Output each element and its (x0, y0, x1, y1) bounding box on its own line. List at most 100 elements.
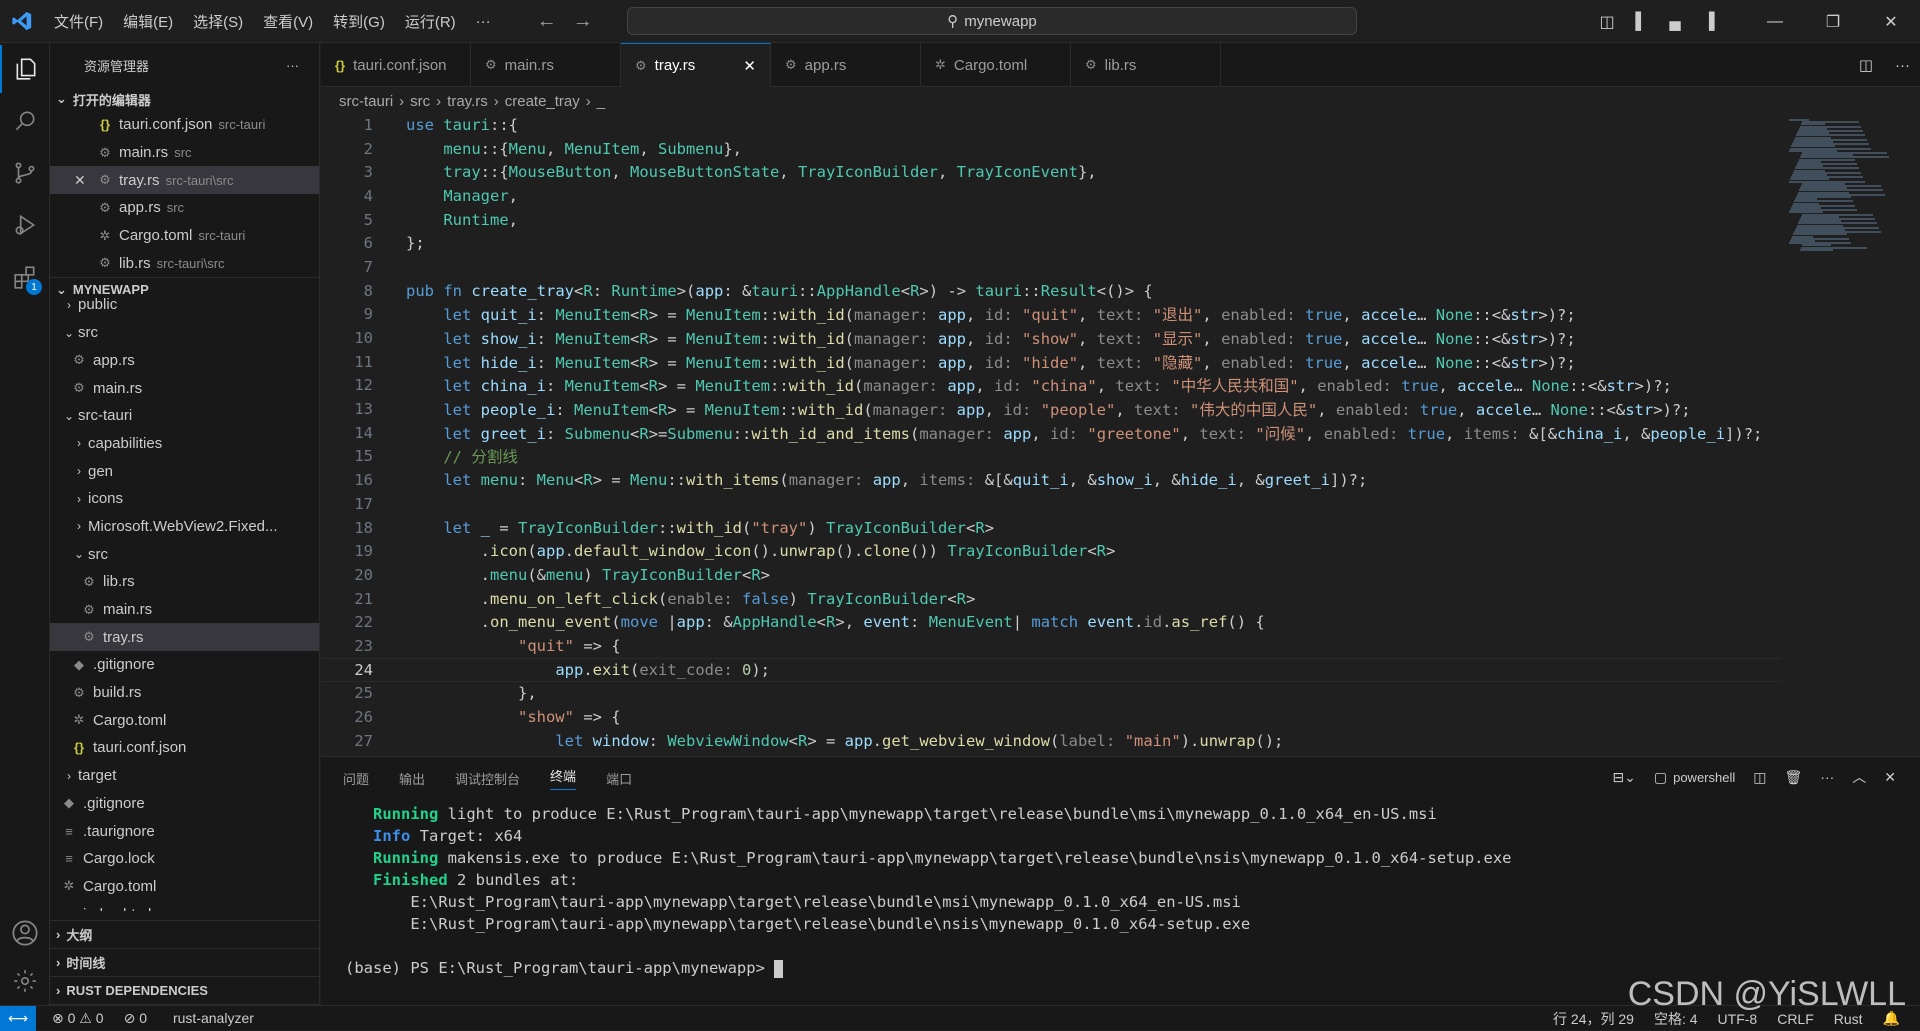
folder-item[interactable]: › public (50, 291, 319, 319)
file-item[interactable]: ✲ Cargo.toml (50, 706, 319, 734)
menu-item[interactable]: ··· (466, 13, 501, 30)
rust-analyzer-status[interactable]: rust-analyzer (173, 1010, 254, 1026)
file-item[interactable]: ✲ Cargo.toml (50, 873, 319, 901)
close-window-button[interactable]: ✕ (1862, 12, 1920, 32)
tree-item-label: Cargo.toml (83, 877, 157, 895)
toggle-secondary-sidebar-icon[interactable]: ▐ (1692, 13, 1726, 31)
code-line: 14 let greet_i: Submenu<R>=Submenu::with… (321, 421, 1781, 445)
file-item[interactable]: ⚙ main.rs (50, 374, 319, 402)
folder-item[interactable]: › capabilities (50, 430, 319, 458)
file-item[interactable]: ◆ .gitignore (50, 790, 319, 818)
problems-status[interactable]: ⊗ 0 ⚠ 0 (52, 1010, 104, 1027)
sidebar-section[interactable]: › 时间线 (50, 949, 319, 977)
file-item[interactable]: ⚙ lib.rs (50, 568, 319, 596)
run-debug-icon[interactable] (0, 201, 50, 249)
editor-tab[interactable]: {} tauri.conf.json (321, 43, 471, 87)
editor-tab[interactable]: ✲ Cargo.toml (921, 43, 1071, 87)
open-editor-item[interactable]: ⚙ lib.rs src-tauri\src (50, 249, 319, 277)
file-item[interactable]: ◆ .gitignore (50, 651, 319, 679)
folder-item[interactable]: › target (50, 762, 319, 790)
layout-customize-icon[interactable]: ◫ (1590, 12, 1624, 32)
close-icon[interactable]: ✕ (74, 172, 96, 189)
breadcrumb-item[interactable]: src (410, 93, 430, 110)
breadcrumb-item[interactable]: create_tray (505, 93, 580, 110)
code-text: menu::{Menu, MenuItem, Submenu}, (443, 139, 742, 158)
split-terminal-icon[interactable]: ◫ (1753, 769, 1766, 786)
breadcrumb-item[interactable]: src-tauri (339, 93, 393, 110)
more-actions-icon[interactable]: ··· (1895, 57, 1910, 74)
remote-indicator-icon[interactable]: ⟷ (0, 1005, 36, 1031)
folder-item[interactable]: › icons (50, 485, 319, 513)
more-actions-icon[interactable]: ··· (1820, 769, 1834, 785)
explorer-icon[interactable] (0, 45, 50, 93)
open-editor-item[interactable]: ⚙ app.rs src (50, 194, 319, 222)
search-sidebar-icon[interactable] (0, 97, 50, 145)
breadcrumb-item[interactable]: _ (597, 93, 605, 110)
ports-status[interactable]: ⊘ 0 (124, 1010, 147, 1027)
editor-tab[interactable]: ⚙ app.rs (771, 43, 921, 87)
vscode-logo-icon[interactable] (0, 0, 44, 43)
breadcrumb-item[interactable]: tray.rs (447, 93, 488, 110)
minimap[interactable] (1781, 113, 1906, 753)
file-item[interactable]: ≡ .taurignore (50, 817, 319, 845)
editor-tab[interactable]: ⚙ tray.rs ✕ (621, 43, 771, 87)
code-text: pub fn create_tray<R: Runtime>(app: &tau… (406, 281, 1153, 300)
more-actions-icon[interactable]: ··· (286, 58, 299, 73)
file-item[interactable]: ⚙ app.rs (50, 347, 319, 375)
folder-item[interactable]: ⌄ src (50, 540, 319, 568)
folder-item[interactable]: ⌄ src-tauri (50, 402, 319, 430)
toggle-sidebar-icon[interactable]: ▌ (1624, 13, 1658, 31)
file-item[interactable]: ⚙ main.rs (50, 596, 319, 624)
new-terminal-split-icon[interactable]: ⊟⌄ (1612, 769, 1635, 786)
editor-tab[interactable]: ⚙ lib.rs (1071, 43, 1221, 87)
forward-arrow-icon[interactable]: → (573, 10, 593, 33)
folder-item[interactable]: ⌄ src (50, 319, 319, 347)
line-number: 8 (363, 281, 373, 300)
open-editor-item[interactable]: ✕ ⚙ tray.rs src-tauri\src (50, 166, 319, 195)
menu-item[interactable]: 文件(F) (44, 11, 113, 32)
file-item[interactable]: {} tauri.conf.json (50, 734, 319, 762)
file-item[interactable]: ⚙ build.rs (50, 679, 319, 707)
open-editors-section[interactable]: ⌄ 打开的编辑器 (50, 87, 319, 111)
open-editor-item[interactable]: ⚙ main.rs src (50, 139, 319, 167)
minimize-button[interactable]: — (1746, 13, 1804, 31)
menu-item[interactable]: 运行(R) (395, 11, 466, 32)
open-editor-item[interactable]: {} tauri.conf.json src-tauri (50, 111, 319, 139)
toggle-panel-icon[interactable]: ▄ (1658, 13, 1692, 31)
folder-item[interactable]: › Microsoft.WebView2.Fixed... (50, 513, 319, 541)
split-editor-icon[interactable]: ◫ (1859, 56, 1873, 74)
menu-item[interactable]: 转到(G) (323, 11, 395, 32)
maximize-panel-icon[interactable]: ︿ (1852, 767, 1866, 787)
sidebar-section[interactable]: › RUST DEPENDENCIES (50, 977, 319, 1005)
command-center-search[interactable]: ⚲ mynewapp (627, 7, 1357, 35)
back-arrow-icon[interactable]: ← (537, 10, 557, 33)
restore-button[interactable]: ❐ (1804, 12, 1862, 32)
file-item[interactable]: <> index.html (50, 900, 319, 912)
folder-item[interactable]: › gen (50, 457, 319, 485)
panel-tab[interactable]: 端口 (606, 769, 632, 788)
source-control-icon[interactable] (0, 149, 50, 197)
close-panel-icon[interactable]: ✕ (1884, 769, 1896, 786)
file-item[interactable]: ≡ Cargo.lock (50, 845, 319, 873)
panel-tab[interactable]: 问题 (343, 769, 369, 788)
menu-item[interactable]: 查看(V) (253, 11, 323, 32)
open-editor-item[interactable]: ✲ Cargo.toml src-tauri (50, 222, 319, 250)
accounts-icon[interactable] (0, 909, 50, 957)
editor-tab[interactable]: ⚙ main.rs (471, 43, 621, 87)
manage-gear-icon[interactable] (0, 957, 50, 1005)
shell-name[interactable]: powershell (1673, 770, 1735, 785)
close-tab-icon[interactable]: ✕ (743, 57, 756, 75)
menu-item[interactable]: 编辑(E) (113, 11, 183, 32)
extensions-icon[interactable]: 1 (0, 253, 50, 301)
panel-tab[interactable]: 输出 (399, 769, 425, 788)
code-editor[interactable]: 1 use tauri::{2 menu::{Menu, MenuItem, Su… (321, 113, 1781, 753)
panel-tab[interactable]: 调试控制台 (455, 769, 520, 788)
panel-tab[interactable]: 终端 (550, 766, 577, 790)
menu-item[interactable]: 选择(S) (183, 11, 253, 32)
cursor-position[interactable]: 行 24，列 29 (1553, 1009, 1634, 1029)
terminal-output[interactable]: Running light to produce E:\Rust_Program… (345, 803, 1511, 979)
code-line: 2 menu::{Menu, MenuItem, Submenu}, (321, 137, 1781, 161)
file-item[interactable]: ⚙ tray.rs (50, 623, 319, 652)
sidebar-section[interactable]: › 大纲 (50, 921, 319, 949)
trash-icon[interactable]: 🗑 (1784, 769, 1802, 786)
